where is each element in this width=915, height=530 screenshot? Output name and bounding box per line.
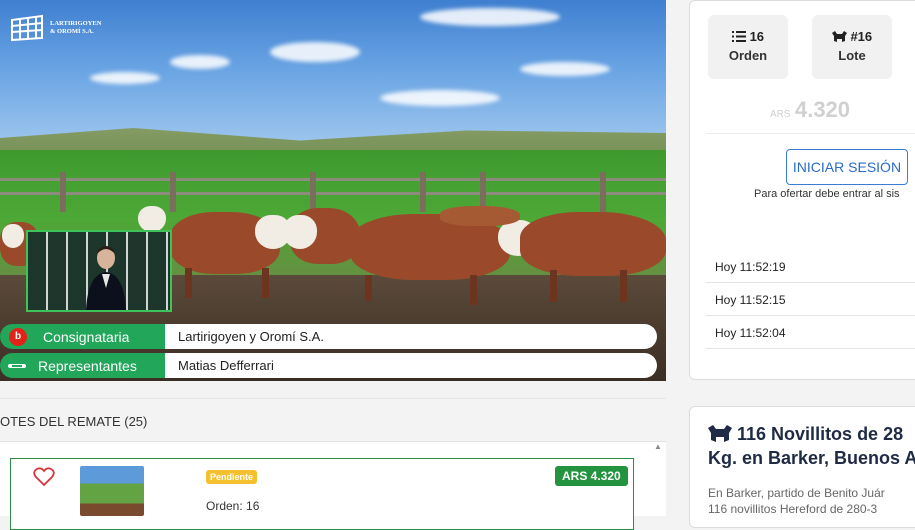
price-currency: ARS <box>769 109 791 120</box>
current-price: ARS 4.320 <box>690 97 915 123</box>
orden-chip: 16 Orden <box>708 15 788 79</box>
cloud <box>270 42 360 62</box>
lot-detail-desc-line1: En Barker, partido de Benito Juár <box>708 486 885 500</box>
cloud <box>170 55 230 69</box>
cloud <box>380 90 500 106</box>
consignataria-label: Consignataria <box>43 328 130 345</box>
lot-price: ARS 4.320 <box>555 466 628 486</box>
login-note: Para ofertar debe entrar al sis <box>754 188 900 200</box>
consignataria-row: b Consignataria Lartirigoyen y Oromí S.A… <box>0 324 657 349</box>
login-button[interactable]: INICIAR SESIÓN <box>786 149 908 185</box>
bidding-panel: 16 Orden #16 Lote ARS 4.320 INICIAR SESI… <box>689 0 915 380</box>
lot-card[interactable]: Pendiente Orden: 16 ARS 4.320 <box>10 458 634 530</box>
cloud <box>90 72 160 84</box>
brand-line-1: LARTIRIGOYEN <box>50 20 102 27</box>
representantes-label: Representantes <box>38 357 137 374</box>
cloud <box>420 8 560 26</box>
video-fence <box>0 172 666 212</box>
representantes-value: Matias Defferrari <box>178 358 274 373</box>
bid-history-row: Hoy 11:52:19 <box>706 251 915 283</box>
bid-history-row: Hoy 11:52:04 <box>706 317 915 349</box>
representantes-row: Representantes Matias Defferrari <box>0 353 657 378</box>
price-value: 4.320 <box>794 97 851 122</box>
presenter-figure <box>86 246 126 310</box>
orden-label: Orden <box>728 48 768 63</box>
lot-detail-card: 116 Novillitos de 28 Kg. en Barker, Buen… <box>689 406 915 528</box>
orden-value: 16 <box>749 29 765 44</box>
rural-logo-icon <box>8 363 26 368</box>
status-badge: Pendiente <box>206 470 258 484</box>
livestream-video[interactable]: LARTIRIGOYEN & OROMÍ S.A. b Consignatari… <box>0 0 666 381</box>
fence-gate-logo-icon <box>11 14 43 42</box>
divider <box>706 133 915 134</box>
presenter-inset <box>26 230 172 312</box>
lote-label: Lote <box>838 48 866 63</box>
lote-value: #16 <box>850 29 873 44</box>
list-icon <box>731 31 746 42</box>
consignataria-value: Lartirigoyen y Oromí S.A. <box>178 329 324 344</box>
lot-thumbnail[interactable] <box>80 466 144 516</box>
brand-line-2: & OROMÍ S.A. <box>50 28 94 35</box>
lot-detail-title-line1: 116 Novillitos de 28 <box>737 424 904 444</box>
cow-icon <box>708 425 732 442</box>
consignataria-badge-icon: b <box>9 327 27 346</box>
lote-chip: #16 Lote <box>812 15 892 79</box>
lots-section-title: OTES DEL REMATE (25) <box>0 414 148 429</box>
scroll-up-arrow-icon[interactable]: ▲ <box>654 442 662 451</box>
lot-orden: Orden: 16 <box>206 499 260 513</box>
lot-detail-description: En Barker, partido de Benito Juár 116 no… <box>708 485 885 517</box>
bid-history-row: Hoy 11:52:15 <box>706 284 915 316</box>
lot-detail-title: 116 Novillitos de 28 Kg. en Barker, Buen… <box>708 422 915 470</box>
lot-detail-title-line2: Kg. en Barker, Buenos A <box>708 448 915 468</box>
favorite-heart-icon[interactable] <box>33 467 55 487</box>
cow-icon <box>831 31 847 42</box>
cloud <box>520 62 610 76</box>
divider <box>0 398 666 399</box>
brand-logo: LARTIRIGOYEN & OROMÍ S.A. <box>10 14 101 42</box>
